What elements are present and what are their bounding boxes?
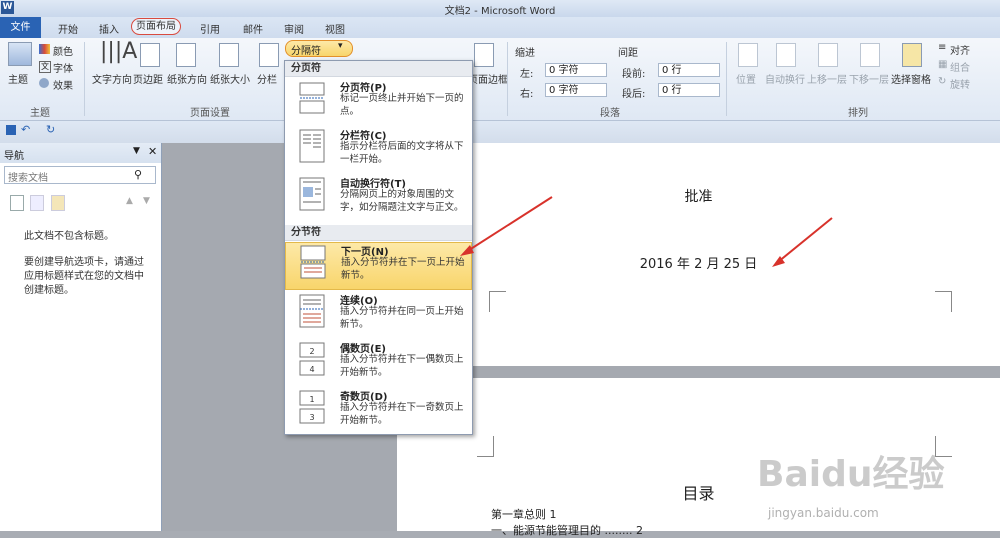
watermark-logo: Baidu经验 — [757, 454, 945, 495]
annotation-arrow — [777, 217, 833, 263]
watermark-url: jingyan.baidu.com — [768, 506, 879, 520]
annotation-arrow — [465, 196, 553, 253]
arrowhead — [460, 245, 474, 256]
